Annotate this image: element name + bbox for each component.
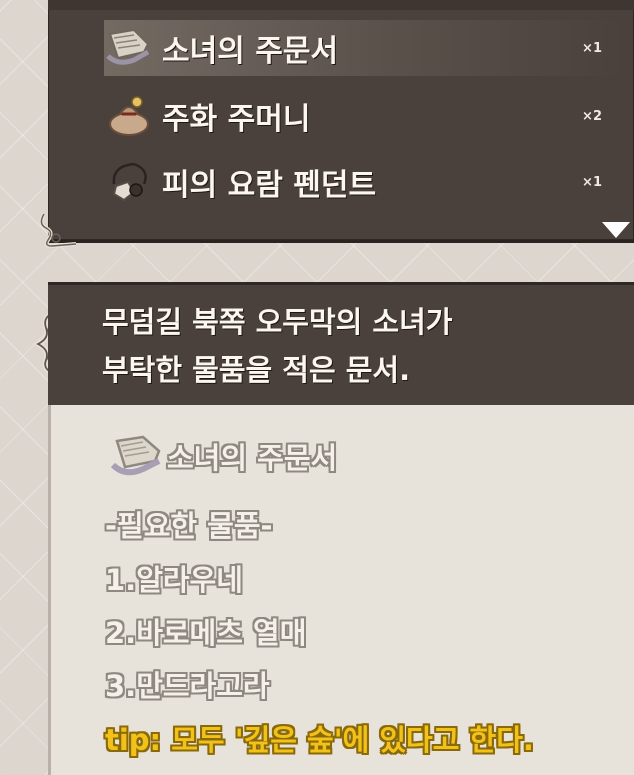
corner-ornament-icon — [39, 212, 77, 249]
required-items-heading: -필요한 물품- — [105, 509, 273, 543]
required-item-2: 2.바로메츠 열매 — [105, 616, 307, 650]
item-count: ×2 — [582, 108, 602, 124]
inventory-item-girls-order[interactable]: 소녀의 주문서 ×1 — [104, 20, 624, 76]
scroll-icon — [109, 433, 167, 479]
item-name: 피의 요람 펜던트 — [162, 168, 377, 203]
required-item-1: 1.알라우네 — [105, 563, 243, 597]
item-count: ×1 — [582, 40, 602, 56]
item-detail-panel: 소녀의 주문서 -필요한 물품- 1.알라우네 2.바로메츠 열매 3.만드라고… — [48, 405, 634, 775]
inventory-item-blood-cradle-pendant[interactable]: 피의 요람 펜던트 ×1 — [104, 154, 624, 210]
item-description-panel: 무덤길 북쪽 오두막의 소녀가 부탁한 물품을 적은 문서. — [48, 282, 634, 408]
required-item-3: 3.만드라고라 — [105, 669, 270, 703]
list-top-edge — [48, 0, 634, 10]
item-name: 소녀의 주문서 — [162, 34, 339, 69]
item-name: 주화 주머니 — [162, 102, 311, 137]
detail-title-row: 소녀의 주문서 — [109, 431, 337, 481]
tip-text: tip: 모두 '깊은 숲'에 있다고 한다. — [105, 723, 534, 757]
description-line-2: 부탁한 물품을 적은 문서. — [102, 353, 411, 387]
scroll-icon — [104, 23, 154, 73]
pendant-icon — [104, 157, 154, 207]
inventory-item-coin-pouch[interactable]: 주화 주머니 ×2 — [104, 88, 624, 144]
inventory-list-panel: 소녀의 주문서 ×1 주화 주머니 ×2 피의 요람 펜던트 ×1 — [48, 0, 634, 243]
coin-pouch-icon — [104, 91, 154, 141]
item-count: ×1 — [582, 174, 602, 190]
description-line-1: 무덤길 북쪽 오두막의 소녀가 — [102, 305, 453, 339]
detail-title: 소녀의 주문서 — [167, 441, 338, 475]
scroll-down-arrow-icon[interactable] — [602, 222, 630, 238]
